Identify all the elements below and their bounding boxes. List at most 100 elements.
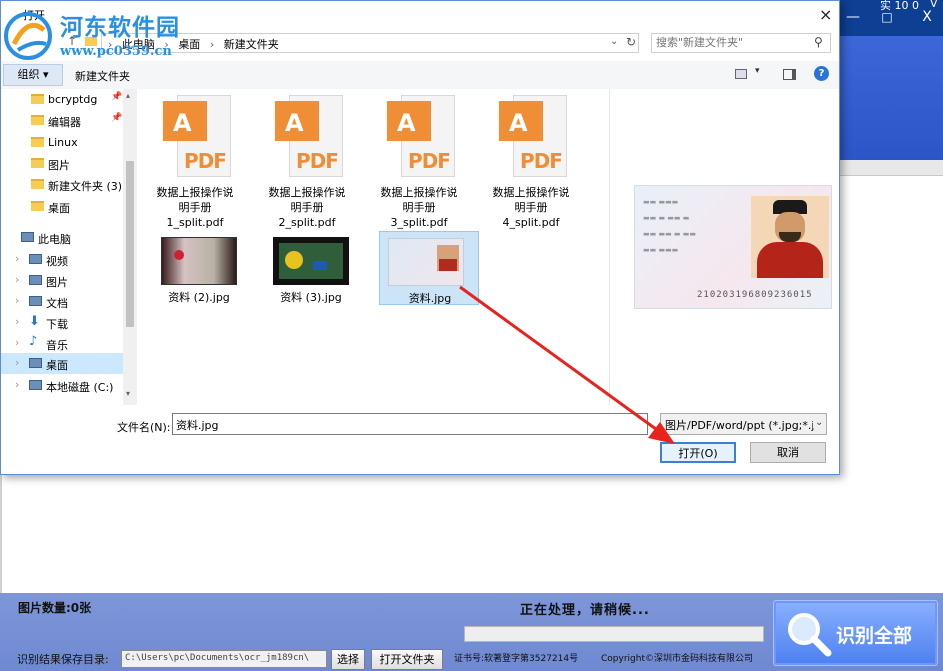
nav-item[interactable]: 桌面 › bbox=[1, 353, 123, 374]
nav-item[interactable]: 编辑器 📌 bbox=[1, 110, 123, 131]
file-item-pdf[interactable]: A PDF 数据上报操作说 明手册 3_split.pdf bbox=[373, 95, 465, 229]
nav-item[interactable]: ♪ 音乐 › bbox=[1, 333, 123, 354]
navigation-pane: bcryptdg 📌 编辑器 📌 Linux 图片 新建文件夹 (3) 桌面 此电脑 视频 › 图片 ›… bbox=[1, 89, 137, 405]
file-item-jpg-selected[interactable]: 资料.jpg bbox=[379, 231, 479, 305]
nav-item[interactable]: 图片 › bbox=[1, 270, 123, 291]
thumbnail-icon bbox=[161, 237, 237, 285]
nav-item-label: 音乐 bbox=[46, 339, 68, 352]
open-file-dialog: 打开 × ↑ › 此电脑 › 桌面 › 新建文件夹 ⌄ ↻ ⚲ 组织 ▾ 新建文… bbox=[0, 0, 840, 475]
desktop-icon bbox=[29, 358, 42, 368]
thumbnail-icon bbox=[273, 237, 349, 285]
copyright-text: Copyright©深圳市金码科技有限公司 bbox=[601, 654, 753, 664]
bottom-panel: 图片数量:0张 正在处理，请稍候... 识别结果保存目录: C:\Users\p… bbox=[0, 593, 943, 671]
file-item-jpg[interactable]: 资料 (3).jpg bbox=[261, 231, 361, 305]
nav-item[interactable]: bcryptdg 📌 bbox=[1, 89, 123, 110]
view-options-icon[interactable] bbox=[735, 69, 747, 79]
nav-item-label: 新建文件夹 (3) bbox=[48, 180, 123, 193]
search-icon[interactable]: ⚲ bbox=[814, 35, 823, 49]
search-input[interactable] bbox=[656, 36, 806, 49]
scroll-down-icon[interactable]: ▾ bbox=[126, 389, 130, 398]
watermark-site-name: 河东软件园 bbox=[60, 14, 180, 41]
certificate-text: 证书号:软著登字第3527214号 bbox=[454, 654, 579, 664]
background-titlebar: 实 10 0 V — □ X bbox=[838, 0, 943, 36]
file-item-pdf[interactable]: A PDF 数据上报操作说 明手册 2_split.pdf bbox=[261, 95, 353, 229]
folder-icon bbox=[31, 115, 44, 125]
nav-item-label: 图片 bbox=[48, 159, 70, 172]
nav-item[interactable]: 文档 › bbox=[1, 291, 123, 312]
nav-item-label: 编辑器 bbox=[48, 116, 81, 129]
help-icon[interactable]: ? bbox=[814, 66, 829, 81]
expand-icon[interactable]: › bbox=[15, 273, 19, 286]
view-dropdown-icon[interactable]: ▾ bbox=[755, 66, 760, 76]
open-folder-button[interactable]: 打开文件夹 bbox=[371, 649, 443, 670]
scroll-up-icon[interactable]: ▴ bbox=[126, 91, 130, 100]
save-dir-field[interactable]: C:\Users\pc\Documents\ocr_jm189cn\ bbox=[121, 650, 327, 668]
recognize-all-button[interactable]: 识别全部 bbox=[773, 600, 938, 666]
nav-item[interactable]: Linux bbox=[1, 132, 123, 153]
file-item-jpg[interactable]: 资料 (2).jpg bbox=[149, 231, 249, 305]
expand-icon[interactable]: › bbox=[15, 356, 19, 369]
pdf-file-icon: A PDF bbox=[163, 95, 231, 181]
magnifier-icon bbox=[788, 613, 832, 657]
nav-item-label: 本地磁盘 (C:) bbox=[46, 381, 114, 394]
expand-icon[interactable]: › bbox=[15, 378, 19, 391]
nav-item[interactable]: 图片 bbox=[1, 153, 123, 174]
nav-item[interactable]: 本地磁盘 (C:) › bbox=[1, 375, 123, 396]
nav-scrollbar[interactable]: ▴ ▾ bbox=[123, 89, 137, 405]
breadcrumb-item[interactable]: 新建文件夹 bbox=[224, 38, 279, 51]
folder-icon bbox=[31, 94, 44, 104]
nav-item-label: 文档 bbox=[46, 297, 68, 310]
cancel-button[interactable]: 取消 bbox=[750, 442, 826, 463]
file-item-pdf[interactable]: A PDF 数据上报操作说 明手册 1_split.pdf bbox=[149, 95, 241, 229]
open-button[interactable]: 打开(O) bbox=[660, 442, 736, 463]
maximize-button[interactable]: □ bbox=[876, 6, 898, 28]
folder-icon bbox=[31, 158, 44, 168]
filename-input[interactable]: 资料.jpg bbox=[172, 413, 648, 435]
expand-icon[interactable]: › bbox=[15, 294, 19, 307]
nav-item[interactable]: 新建文件夹 (3) bbox=[1, 174, 123, 195]
file-item-pdf[interactable]: A PDF 数据上报操作说 明手册 4_split.pdf bbox=[485, 95, 577, 229]
nav-item[interactable]: 视频 › bbox=[1, 249, 123, 270]
computer-icon bbox=[21, 232, 34, 242]
file-name: 数据上报操作说 明手册 3_split.pdf bbox=[380, 186, 458, 229]
progress-bar bbox=[464, 626, 764, 642]
pdf-icon-label: PDF bbox=[408, 149, 451, 173]
close-button[interactable]: X bbox=[916, 6, 938, 28]
nav-item-label: 视频 bbox=[46, 255, 68, 268]
folder-icon bbox=[31, 179, 44, 189]
watermark-url: www.pc0359.cn bbox=[60, 44, 172, 59]
nav-item-label: 桌面 bbox=[48, 202, 70, 215]
expand-icon[interactable]: › bbox=[15, 252, 19, 265]
refresh-icon[interactable]: ↻ bbox=[626, 35, 636, 49]
folder-icon bbox=[31, 137, 44, 147]
pin-icon: 📌 bbox=[111, 92, 123, 102]
portrait-photo bbox=[751, 196, 829, 278]
nav-item-label: 下载 bbox=[46, 318, 68, 331]
file-name: 资料 (3).jpg bbox=[280, 291, 342, 304]
recognize-all-label: 识别全部 bbox=[836, 625, 913, 647]
pdf-file-icon: A PDF bbox=[387, 95, 455, 181]
nav-item[interactable]: 此电脑 bbox=[1, 227, 123, 248]
file-type-select[interactable]: 图片/PDF/word/ppt (*.jpg;*.j ⌄ bbox=[660, 413, 827, 435]
dialog-close-button[interactable]: × bbox=[819, 5, 832, 24]
save-dir-label: 识别结果保存目录: bbox=[17, 653, 109, 666]
chevron-down-icon[interactable]: ⌄ bbox=[610, 36, 618, 47]
file-view: A PDF 数据上报操作说 明手册 1_split.pdf A PDF 数据上报操作说 明手册 2… bbox=[139, 89, 609, 405]
minimize-button[interactable]: — bbox=[842, 6, 864, 28]
organize-button[interactable]: 组织 ▾ bbox=[3, 64, 63, 86]
search-box[interactable]: ⚲ bbox=[651, 33, 831, 53]
new-folder-button[interactable]: 新建文件夹 bbox=[75, 68, 130, 84]
filename-label: 文件名(N): bbox=[117, 421, 171, 434]
nav-scroll-thumb[interactable] bbox=[126, 161, 134, 327]
nav-item[interactable]: 桌面 bbox=[1, 196, 123, 217]
expand-icon[interactable]: › bbox=[15, 336, 19, 349]
preview-pane-icon[interactable] bbox=[783, 69, 796, 80]
select-button[interactable]: 选择 bbox=[331, 649, 365, 670]
file-name: 资料.jpg bbox=[408, 292, 452, 305]
nav-item[interactable]: ⬇ 下载 › bbox=[1, 312, 123, 333]
site-logo-icon bbox=[4, 12, 52, 60]
music-icon: ♪ bbox=[29, 334, 38, 349]
file-type-value: 图片/PDF/word/ppt (*.jpg;*.j bbox=[665, 419, 815, 432]
chevron-down-icon[interactable]: ⌄ bbox=[813, 417, 824, 428]
expand-icon[interactable]: › bbox=[15, 315, 19, 328]
